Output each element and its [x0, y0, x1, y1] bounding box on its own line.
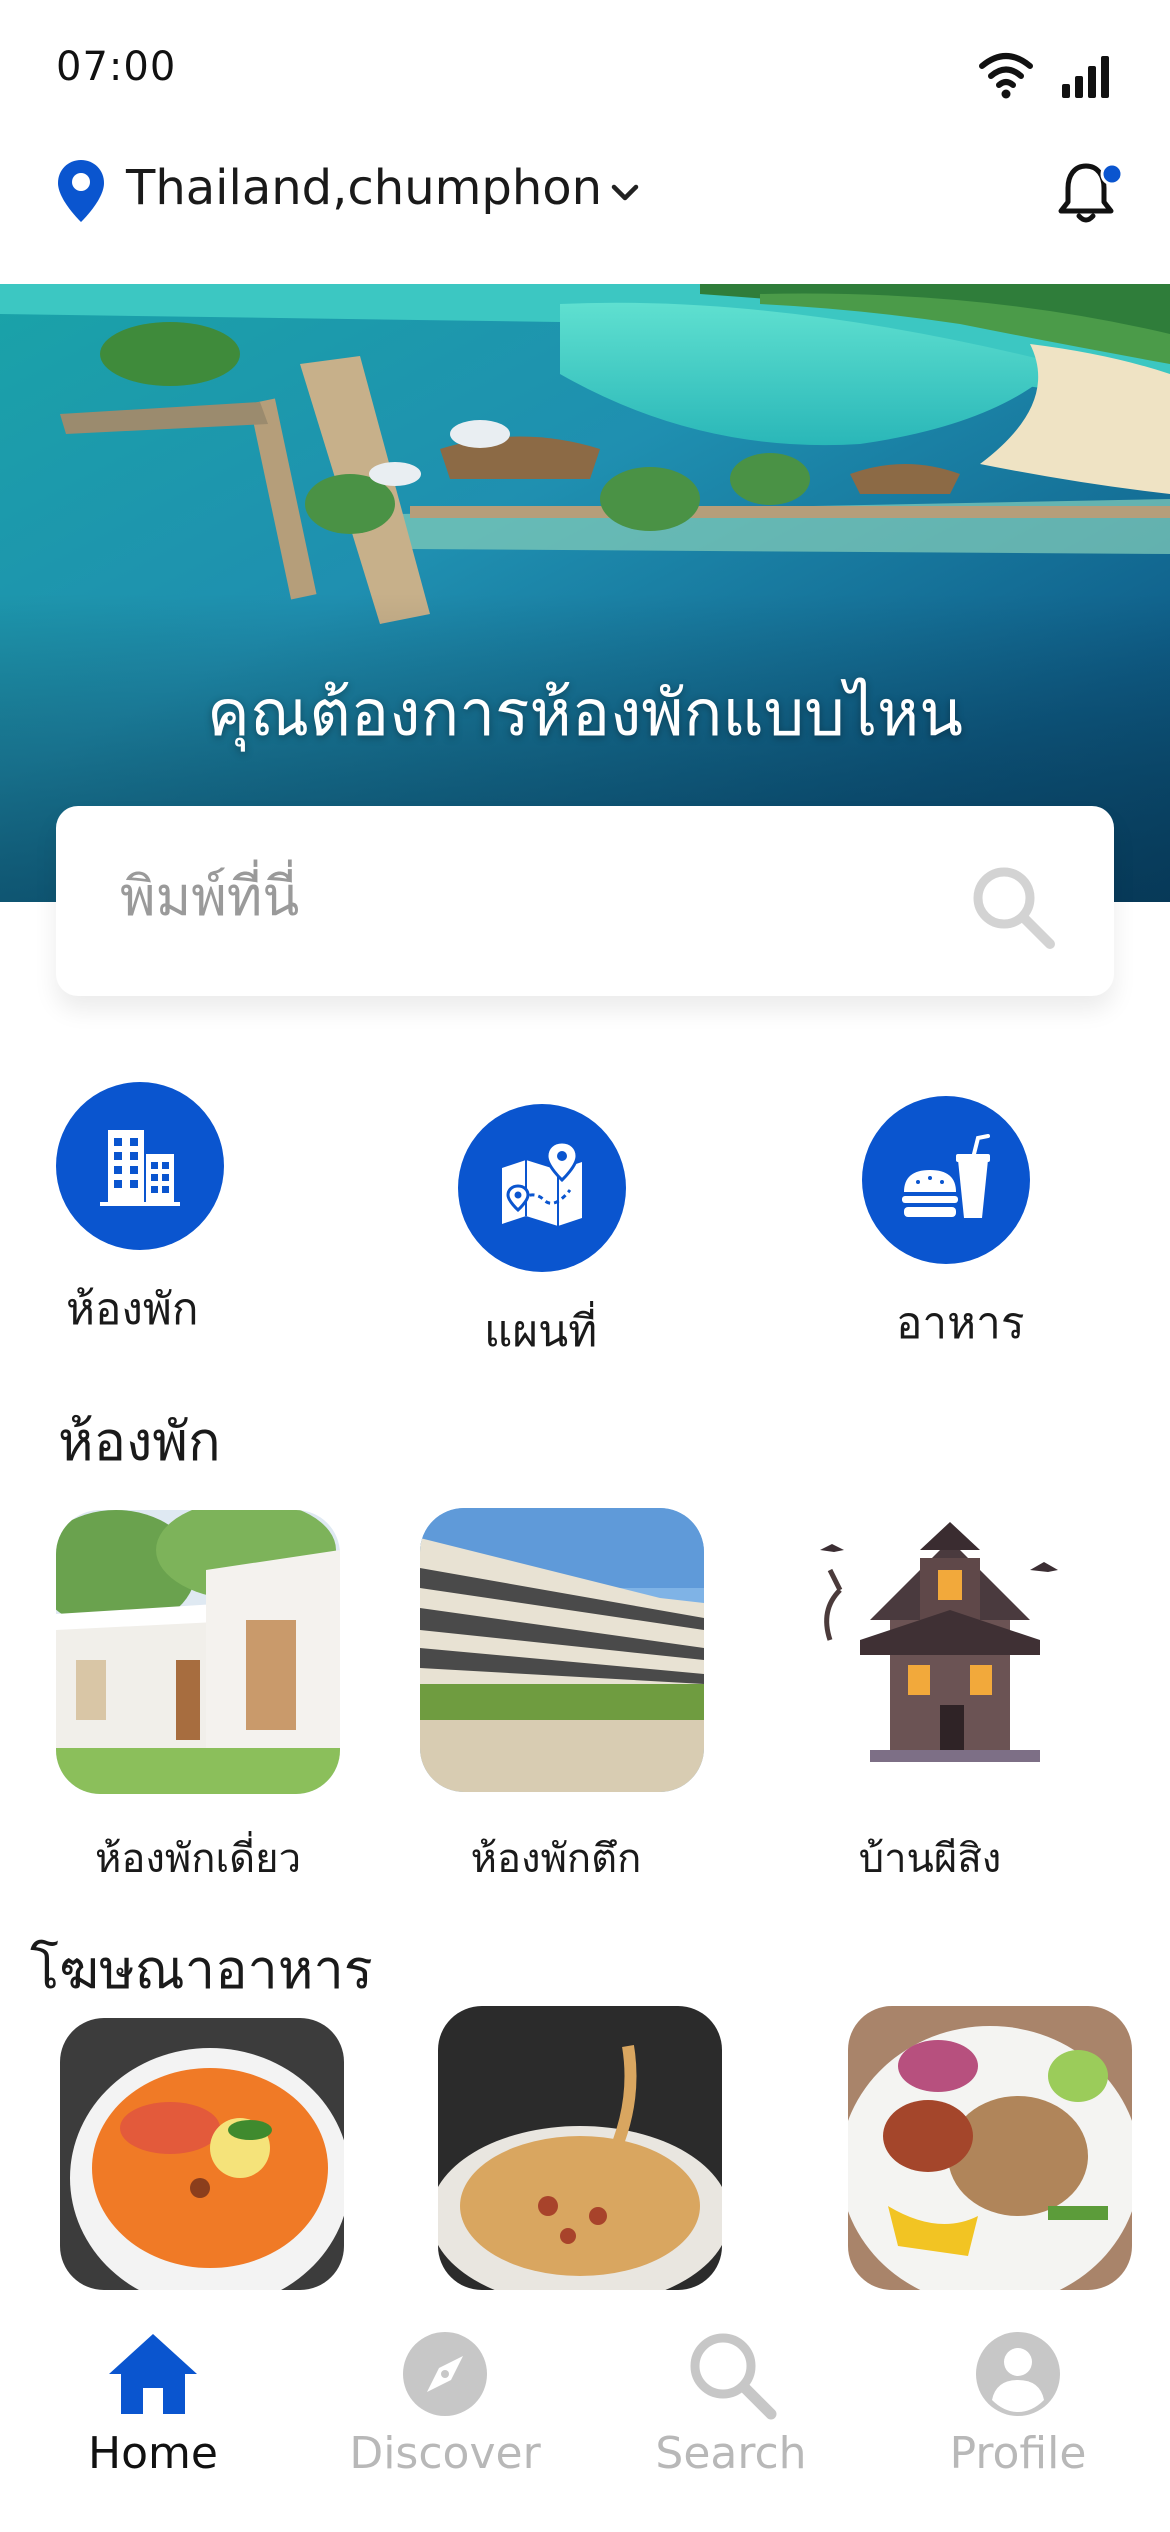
home-icon	[109, 2334, 197, 2414]
chevron-down-icon[interactable]	[608, 176, 642, 210]
signal-icon	[1062, 56, 1109, 98]
nav-home[interactable]: Home	[7, 2290, 299, 2532]
food-spaghetti-image	[438, 2006, 722, 2290]
compass-icon	[403, 2332, 487, 2416]
profile-icon	[976, 2332, 1060, 2416]
food-friedrice-image	[848, 2006, 1132, 2290]
food-section-title: โฆษณาอาหาร	[30, 1938, 373, 2001]
category-map[interactable]: แผนที่	[458, 1104, 698, 1364]
location-pin-icon	[58, 160, 104, 222]
nav-profile-label: Profile	[949, 2428, 1087, 2479]
room-single-image	[56, 1510, 340, 1794]
room-building-label: ห้องพักตึก	[470, 1836, 642, 1882]
category-rooms[interactable]: ห้องพัก	[56, 1082, 296, 1342]
wifi-icon	[979, 53, 1033, 99]
room-building-image	[420, 1508, 704, 1792]
nav-search[interactable]: Search	[585, 2290, 877, 2532]
nav-discover-label: Discover	[349, 2428, 541, 2479]
search-icon[interactable]	[966, 860, 1058, 952]
nav-search-label: Search	[655, 2428, 807, 2479]
search-card	[56, 806, 1114, 996]
bottom-nav: Home Discover Search Profile	[0, 2290, 1170, 2532]
food-tomyum-image	[60, 2018, 344, 2290]
nav-home-label: Home	[88, 2428, 218, 2479]
category-rooms-label: ห้องพัก	[66, 1284, 199, 1335]
rooms-section-title: ห้องพัก	[58, 1410, 221, 1473]
food-tile-tomyum[interactable]	[60, 2018, 344, 2290]
category-rooms-circle[interactable]	[56, 1082, 224, 1250]
map-icon	[502, 1140, 582, 1226]
food-tile-spaghetti[interactable]	[438, 2006, 722, 2290]
status-time: 07:00	[56, 44, 177, 90]
location-selector[interactable]: Thailand,chumphon	[126, 160, 602, 216]
food-tile-friedrice[interactable]	[848, 2006, 1132, 2290]
search-icon	[690, 2333, 777, 2420]
room-tile-single[interactable]	[56, 1510, 340, 1794]
hero-title: คุณต้องการห้องพักแบบไหน	[207, 677, 963, 751]
fast-food-icon	[902, 1134, 990, 1218]
category-food-label: อาหาร	[896, 1298, 1025, 1349]
room-haunted-image	[800, 1510, 1084, 1794]
nav-discover[interactable]: Discover	[299, 2290, 591, 2532]
room-tile-building[interactable]	[420, 1508, 704, 1792]
search-input[interactable]	[120, 846, 920, 946]
room-tile-haunted[interactable]	[800, 1510, 1084, 1794]
category-map-circle[interactable]	[458, 1104, 626, 1272]
status-bar: 07:00	[0, 0, 1170, 140]
building-icon	[100, 1130, 180, 1206]
room-single-label: ห้องพักเดี่ยว	[94, 1836, 302, 1882]
room-haunted-label: บ้านผีสิง	[858, 1836, 1002, 1882]
category-food-circle[interactable]	[862, 1096, 1030, 1264]
notification-bell-icon[interactable]	[1052, 158, 1124, 228]
category-food[interactable]: อาหาร	[862, 1096, 1102, 1356]
category-map-label: แผนที่	[484, 1306, 598, 1357]
nav-profile[interactable]: Profile	[872, 2290, 1164, 2532]
